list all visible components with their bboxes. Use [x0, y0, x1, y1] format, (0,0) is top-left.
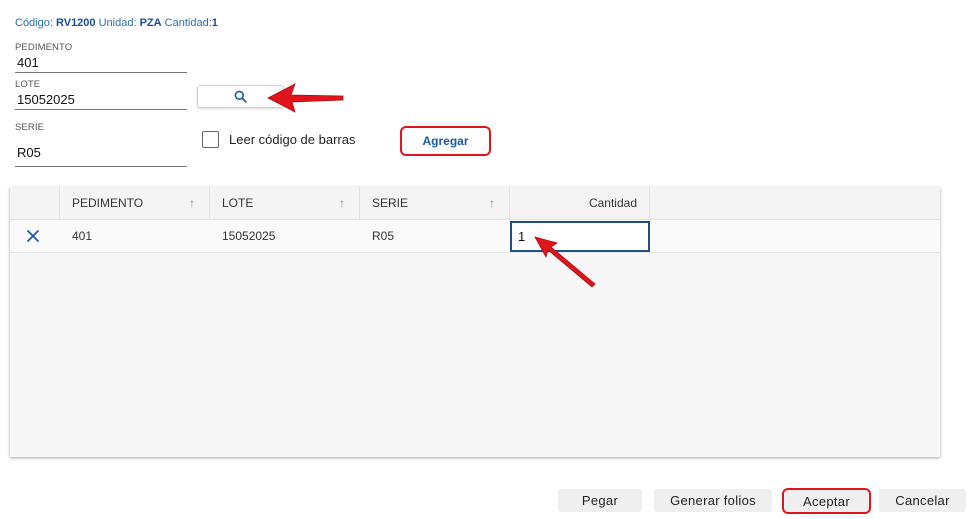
pedimento-field-group: PEDIMENTO 401: [15, 42, 187, 73]
column-header-label: Cantidad: [588, 196, 637, 210]
column-header-label: SERIE: [372, 196, 409, 210]
table-row: 401 15052025 R05 1: [10, 220, 940, 253]
barcode-checkbox-group[interactable]: Leer código de barras: [202, 131, 355, 148]
cantidad-label: Cantidad:: [164, 17, 212, 29]
cancelar-button[interactable]: Cancelar: [879, 489, 966, 512]
cantidad-value: 1: [211, 17, 218, 29]
add-button[interactable]: Agregar: [400, 126, 491, 156]
lote-input[interactable]: 15052025: [15, 90, 187, 110]
barcode-checkbox-label: Leer código de barras: [229, 132, 356, 147]
cantidad-input[interactable]: 1: [510, 221, 650, 252]
cell-lote: 15052025: [222, 229, 276, 243]
grid-header: PEDIMENTO ↑ LOTE ↑ SERIE ↑ Cantidad: [10, 187, 940, 220]
arrow-up-icon[interactable]: ↑: [339, 187, 345, 220]
search-icon: [234, 90, 247, 103]
cell-pedimento: 401: [72, 229, 93, 243]
lote-field-group: LOTE 15052025: [15, 79, 187, 110]
column-header-lote[interactable]: LOTE ↑: [210, 187, 360, 220]
item-info-line: Código: RV1200 Unidad: PZA Cantidad:1: [15, 17, 218, 29]
unidad-value: PZA: [139, 17, 162, 29]
search-button[interactable]: [197, 85, 284, 108]
generar-folios-button[interactable]: Generar folios: [654, 489, 772, 512]
column-header-serie[interactable]: SERIE ↑: [360, 187, 510, 220]
aceptar-button[interactable]: Aceptar: [785, 490, 868, 512]
pedimento-label: PEDIMENTO: [15, 42, 73, 53]
cell-serie: R05: [372, 229, 395, 243]
column-header-cantidad[interactable]: Cantidad: [510, 187, 650, 220]
lots-grid: PEDIMENTO ↑ LOTE ↑ SERIE ↑ Cantidad 401 …: [10, 187, 940, 457]
column-header-pedimento[interactable]: PEDIMENTO ↑: [60, 187, 210, 220]
codigo-label: Código:: [15, 17, 53, 29]
column-header-label: PEDIMENTO: [72, 196, 144, 210]
serie-field-group: SERIE R05: [15, 122, 187, 167]
serie-label: SERIE: [15, 122, 45, 133]
pegar-button[interactable]: Pegar: [558, 489, 642, 512]
barcode-checkbox[interactable]: [202, 131, 219, 148]
lote-label: LOTE: [15, 79, 41, 90]
arrow-up-icon[interactable]: ↑: [489, 187, 495, 220]
arrow-up-icon[interactable]: ↑: [189, 187, 195, 220]
column-header-label: LOTE: [222, 196, 254, 210]
serie-input[interactable]: R05: [15, 133, 187, 167]
close-icon[interactable]: [26, 229, 40, 243]
unidad-label: Unidad:: [98, 17, 137, 29]
pedimento-input[interactable]: 401: [15, 53, 187, 73]
codigo-value: RV1200: [55, 17, 96, 29]
header-action-cell: [10, 187, 60, 220]
